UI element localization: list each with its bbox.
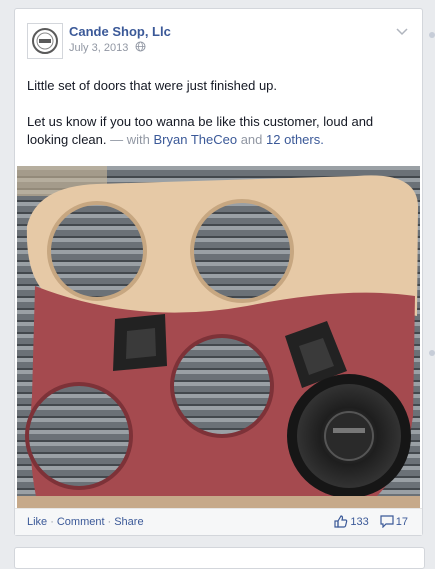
post-text-line-1: Little set of doors that were just finis…	[27, 78, 278, 93]
comments-count-link[interactable]: 17	[380, 515, 408, 528]
action-separator: ·	[107, 516, 112, 528]
globe-icon	[135, 41, 146, 55]
comment-button[interactable]: Comment	[57, 516, 105, 528]
page-avatar[interactable]	[27, 23, 63, 59]
thumbs-up-icon	[334, 515, 348, 528]
post-footer: Like · Comment · Share 133 17	[15, 508, 422, 535]
share-button[interactable]: Share	[114, 516, 143, 528]
post-actions: Like · Comment · Share	[27, 516, 144, 528]
page-name-link[interactable]: Cande Shop, Llc	[69, 24, 171, 39]
post-photo[interactable]	[17, 166, 420, 510]
chevron-down-icon[interactable]	[396, 23, 408, 41]
likes-count: 133	[350, 515, 369, 528]
edge-marker	[429, 32, 435, 38]
post-meta: July 3, 2013	[69, 41, 146, 55]
likes-count-link[interactable]: 133	[334, 515, 369, 528]
comment-icon	[380, 515, 394, 528]
post-card: Cande Shop, Llc July 3, 2013 Little set …	[14, 8, 423, 536]
comments-count: 17	[395, 515, 408, 528]
edge-marker	[429, 350, 435, 356]
tagged-others-link[interactable]: 12 others.	[266, 132, 324, 147]
post-date[interactable]: July 3, 2013	[69, 42, 128, 54]
post-counts: 133 17	[326, 515, 408, 531]
next-post-card	[14, 547, 425, 569]
action-separator: ·	[50, 516, 54, 528]
post-text-line-2: Let us know if you too wanna be like thi…	[27, 113, 412, 149]
and-word: and	[240, 132, 263, 147]
with-prefix: — with	[110, 132, 150, 147]
tagged-person-link[interactable]: Bryan TheCeo	[153, 132, 237, 147]
shop-logo-icon	[32, 28, 58, 54]
like-button[interactable]: Like	[27, 516, 47, 528]
post-text: Little set of doors that were just finis…	[27, 77, 412, 149]
